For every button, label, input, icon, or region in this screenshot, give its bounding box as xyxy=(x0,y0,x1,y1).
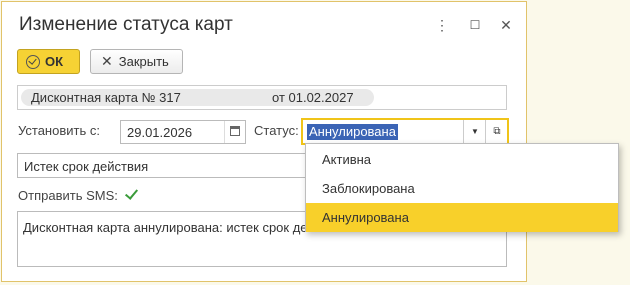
open-item-icon[interactable]: ⧉ xyxy=(485,120,508,143)
card-name: Дисконтная карта № 317 xyxy=(31,90,181,105)
status-label: Статус: xyxy=(254,123,299,138)
dialog-window: Изменение статуса карт ⋮ ☐ ✕ ОК ✕ Закрыт… xyxy=(1,1,527,282)
set-date-value: 29.01.2026 xyxy=(127,125,193,140)
dropdown-arrow-icon[interactable]: ▼ xyxy=(463,120,486,143)
status-select[interactable]: Аннулирована ▼ ⧉ xyxy=(301,118,509,145)
card-info-field: Дисконтная карта № 317 от 01.02.2027 xyxy=(17,85,507,110)
dropdown-option-label: Активна xyxy=(322,152,372,167)
more-menu-icon[interactable]: ⋮ xyxy=(434,16,450,34)
close-button-label: Закрыть xyxy=(118,54,169,69)
dropdown-option-label: Заблокирована xyxy=(322,181,415,196)
reason-value: Истек срок действия xyxy=(24,159,149,174)
status-value: Аннулирована xyxy=(307,124,398,140)
close-x-icon: ✕ xyxy=(101,53,113,69)
dropdown-option-active[interactable]: Активна xyxy=(306,145,618,174)
set-date-input[interactable]: 29.01.2026 xyxy=(120,120,246,144)
dropdown-option-blocked[interactable]: Заблокирована xyxy=(306,174,618,203)
sms-label: Отправить SMS: xyxy=(18,188,118,203)
close-icon[interactable]: ✕ xyxy=(498,16,514,34)
ok-button[interactable]: ОК xyxy=(17,49,80,74)
comment-value: Дисконтная карта аннулирована: истек сро… xyxy=(23,220,308,235)
close-button[interactable]: ✕ Закрыть xyxy=(90,49,183,74)
maximize-icon[interactable]: ☐ xyxy=(467,16,483,34)
dropdown-option-label: Аннулирована xyxy=(322,210,409,225)
status-dropdown-list: Активна Заблокирована Аннулирована xyxy=(305,143,619,232)
card-date: от 01.02.2027 xyxy=(272,90,354,105)
set-date-label: Установить с: xyxy=(18,123,100,138)
dialog-title: Изменение статуса карт xyxy=(19,14,233,35)
calendar-icon xyxy=(230,126,240,136)
dropdown-option-annulled[interactable]: Аннулирована xyxy=(306,203,618,232)
calendar-button[interactable] xyxy=(224,121,245,143)
sms-checkbox[interactable] xyxy=(124,187,140,203)
card-info-pill: Дисконтная карта № 317 от 01.02.2027 xyxy=(21,89,374,106)
check-circle-icon xyxy=(26,54,40,69)
reason-input[interactable]: Истек срок действия xyxy=(17,153,307,178)
ok-button-label: ОК xyxy=(45,54,64,69)
